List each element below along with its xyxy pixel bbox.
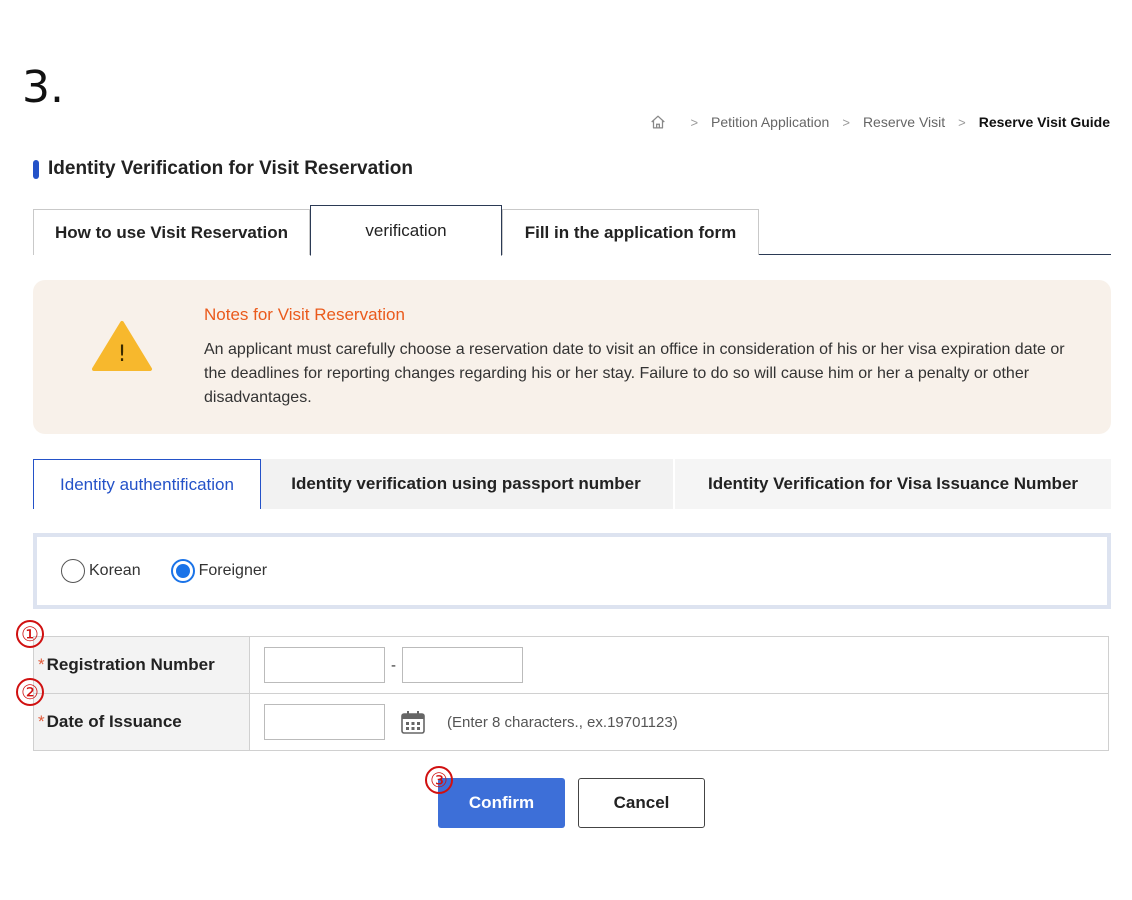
- radio-korean[interactable]: Korean: [61, 559, 141, 583]
- registration-number-field: -: [250, 637, 1108, 693]
- calendar-icon[interactable]: [399, 708, 427, 736]
- radio-foreigner[interactable]: Foreigner: [170, 559, 268, 583]
- verification-method-tabs: Identity authentification Identity verif…: [33, 459, 1111, 509]
- form-row-registration-number: * Registration Number -: [33, 637, 1109, 694]
- cancel-button[interactable]: Cancel: [578, 778, 705, 828]
- radio-foreigner-circle[interactable]: [170, 559, 195, 583]
- confirm-button[interactable]: Confirm: [438, 778, 565, 828]
- notice-body: An applicant must carefully choose a res…: [204, 341, 1065, 406]
- annotation-marker-1: ①: [16, 620, 44, 648]
- home-icon[interactable]: [649, 113, 667, 131]
- required-mark: *: [38, 655, 45, 674]
- date-of-issuance-label-text: Date of Issuance: [46, 712, 182, 731]
- tab-verification[interactable]: verification: [310, 205, 502, 256]
- identity-form: * Registration Number - * Date of Issuan…: [33, 636, 1109, 751]
- annotation-marker-3: ③: [425, 766, 453, 794]
- svg-text:!: !: [118, 342, 127, 367]
- radio-foreigner-label: Foreigner: [198, 562, 268, 579]
- breadcrumb-separator: >: [842, 114, 850, 130]
- date-of-issuance-label: * Date of Issuance: [34, 694, 250, 750]
- registration-number-label-text: Registration Number: [46, 655, 215, 674]
- title-accent-bar: [33, 159, 39, 179]
- tab-passport-verification[interactable]: Identity verification using passport num…: [261, 459, 671, 509]
- breadcrumb-separator: >: [958, 114, 966, 130]
- notice-box: ! Notes for Visit Reservation An applica…: [33, 280, 1111, 434]
- page-title: Identity Verification for Visit Reservat…: [33, 158, 413, 180]
- tab-identity-authentification[interactable]: Identity authentification: [33, 459, 261, 509]
- tab-how-to-use[interactable]: How to use Visit Reservation: [33, 209, 310, 255]
- warning-icon: !: [92, 321, 152, 371]
- form-row-date-of-issuance: * Date of Issuance (Enter 8 characters.,…: [33, 694, 1109, 751]
- registration-number-label: * Registration Number: [34, 637, 250, 693]
- date-of-issuance-input[interactable]: [264, 704, 385, 740]
- registration-number-input-1[interactable]: [264, 647, 385, 683]
- breadcrumb-item-reserve-visit-guide: Reserve Visit Guide: [978, 114, 1110, 130]
- radio-korean-label: Korean: [89, 562, 141, 579]
- registration-number-separator: -: [391, 656, 396, 674]
- date-of-issuance-hint: (Enter 8 characters., ex.19701123): [447, 713, 678, 731]
- date-of-issuance-field: (Enter 8 characters., ex.19701123): [250, 694, 1108, 750]
- tab-fill-application-form[interactable]: Fill in the application form: [502, 209, 759, 255]
- radio-korean-circle[interactable]: [61, 559, 85, 583]
- annotation-marker-2: ②: [16, 678, 44, 706]
- page-title-text: Identity Verification for Visit Reservat…: [48, 158, 413, 179]
- nationality-radio-group: Korean Foreigner: [33, 533, 1111, 609]
- breadcrumb-item-petition-application[interactable]: Petition Application: [711, 114, 829, 130]
- breadcrumb-separator: >: [690, 114, 699, 130]
- main-tab-bar: How to use Visit Reservation verificatio…: [33, 205, 1111, 256]
- registration-number-input-2[interactable]: [402, 647, 523, 683]
- step-number: 3.: [22, 62, 64, 113]
- breadcrumb: > Petition Application > Reserve Visit >…: [649, 113, 1110, 131]
- breadcrumb-item-reserve-visit[interactable]: Reserve Visit: [863, 114, 945, 130]
- required-mark: *: [38, 712, 45, 731]
- notice-title: Notes for Visit Reservation: [204, 305, 405, 324]
- tab-visa-issuance-verification[interactable]: Identity Verification for Visa Issuance …: [673, 459, 1111, 509]
